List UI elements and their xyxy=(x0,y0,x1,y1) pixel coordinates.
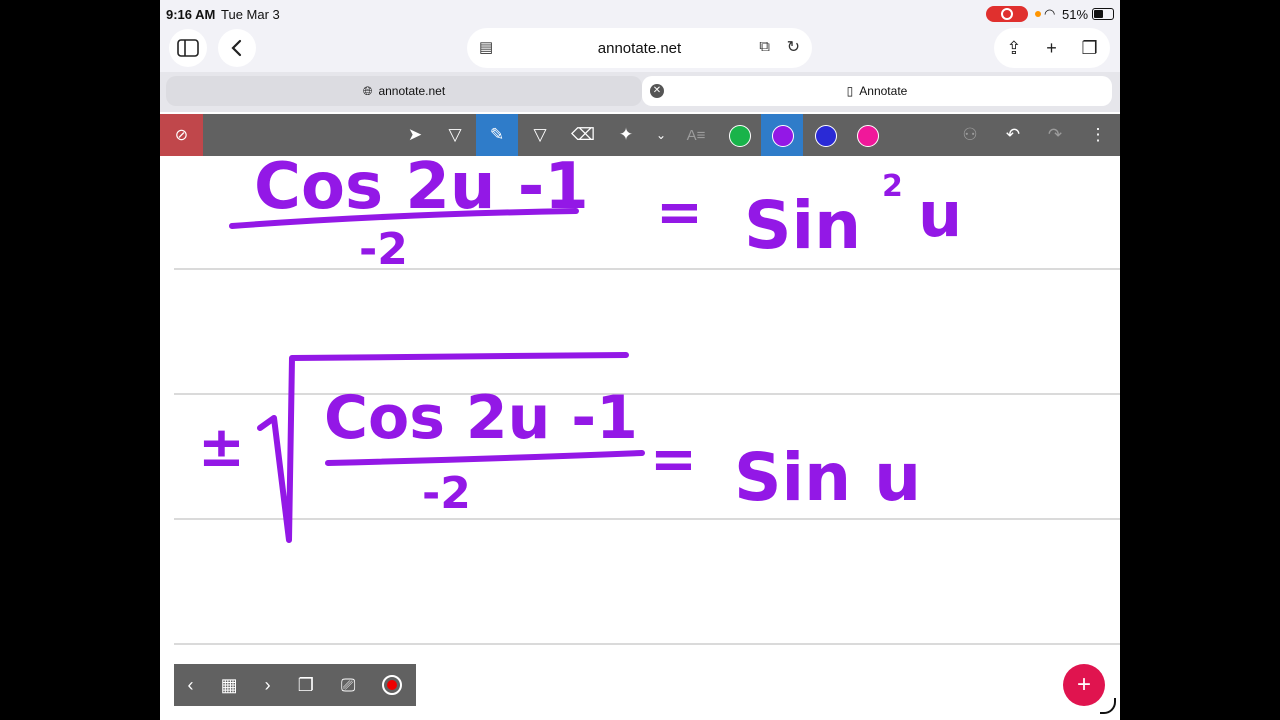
eq1-rhs-sin: Sin xyxy=(744,187,861,264)
status-date: Tue Mar 3 xyxy=(221,7,280,22)
eq1-equals: = xyxy=(656,180,703,245)
prev-page-icon[interactable]: ‹ xyxy=(188,675,194,696)
presentation-icon[interactable]: ⊘ xyxy=(160,114,203,156)
more-menu-icon[interactable]: ⋮ xyxy=(1077,114,1119,156)
eraser-icon[interactable]: ⌫ xyxy=(562,114,604,156)
close-tab-icon[interactable]: ✕ xyxy=(650,84,664,98)
battery-icon xyxy=(1092,8,1114,20)
page-icon: ▯ xyxy=(846,84,854,98)
new-tab-icon[interactable]: + xyxy=(1046,38,1057,59)
status-time: 9:16 AM xyxy=(166,7,216,22)
text-tool-icon[interactable]: A≡ xyxy=(675,114,717,156)
wifi-icon: ◠ xyxy=(1044,6,1056,21)
sidebar-icon xyxy=(177,39,199,57)
user-help-icon[interactable]: ⚇ xyxy=(949,114,991,156)
eq1-denominator: -2 xyxy=(359,224,408,275)
browser-toolbar: ▤ annotate.net ⧉ ↻ ⇪ + ❐ xyxy=(160,28,1120,72)
equation-1: Cos 2u -1 -2 = Sin 2 u xyxy=(229,156,962,275)
tabs-overview-icon[interactable]: ❐ xyxy=(1081,38,1097,59)
eq2-numerator: Cos 2u -1 xyxy=(324,383,638,453)
add-button[interactable]: + xyxy=(1063,664,1105,706)
next-page-icon[interactable]: › xyxy=(265,675,271,696)
eq2-equals: = xyxy=(650,427,697,492)
color-swatch-purple[interactable] xyxy=(772,125,794,147)
back-button[interactable] xyxy=(218,29,256,67)
tab-bar: 🌐︎ annotate.net ✕ ▯ Annotate xyxy=(160,72,1120,112)
color-swatch-blue[interactable] xyxy=(815,125,837,147)
eq2-fraction-bar xyxy=(325,450,645,466)
color-swatch-green[interactable] xyxy=(729,125,751,147)
page-grid-icon[interactable]: ▦ xyxy=(221,675,238,696)
ipad-screen: 9:16 AM Tue Mar 3 ◠ 51% ▤ annotate.net ⧉… xyxy=(160,0,1120,720)
page-controls: ‹ ▦ › ❐ ⎚ xyxy=(174,664,416,706)
extension-icon[interactable]: ⧉ xyxy=(759,38,770,55)
status-bar: 9:16 AM Tue Mar 3 ◠ 51% xyxy=(160,0,1120,28)
screen-share-icon[interactable]: ⎚ xyxy=(341,675,355,696)
handwriting-layer: Cos 2u -1 -2 = Sin 2 u ± Cos 2u -1 -2 = … xyxy=(198,156,962,543)
eq1-rhs-exponent: 2 xyxy=(882,169,903,204)
undo-icon[interactable]: ↶ xyxy=(992,114,1034,156)
eq2-rhs: Sin u xyxy=(734,439,921,516)
address-bar[interactable]: ▤ annotate.net ⧉ ↻ xyxy=(467,28,812,68)
eq2-plus-minus: ± xyxy=(198,415,245,480)
tab-annotate[interactable]: ✕ ▯ Annotate xyxy=(642,76,1112,106)
eq1-rhs-var: u xyxy=(918,178,962,251)
tab-label: annotate.net xyxy=(378,84,446,98)
screen-recording-icon[interactable] xyxy=(986,6,1028,22)
pages-stack-icon[interactable]: ❐ xyxy=(298,675,314,696)
browser-actions: ⇪ + ❐ xyxy=(994,28,1110,68)
eq2-denominator: -2 xyxy=(422,468,471,519)
record-icon[interactable] xyxy=(382,675,403,695)
mic-indicator-icon xyxy=(1035,11,1041,17)
marker-icon[interactable]: ▽ xyxy=(519,114,561,156)
highlighter-icon[interactable]: ▽ xyxy=(434,114,476,156)
color-swatch-pink[interactable] xyxy=(857,125,879,147)
select-pointer-icon[interactable]: ➤ xyxy=(394,114,436,156)
equation-2: ± Cos 2u -1 -2 = Sin u xyxy=(198,352,921,543)
reload-icon[interactable]: ↻ xyxy=(787,37,800,57)
pen-tool-icon[interactable]: ✎ xyxy=(476,114,518,156)
redo-icon[interactable]: ↷ xyxy=(1034,114,1076,156)
battery-percent: 51% xyxy=(1062,7,1089,22)
tab-label: Annotate xyxy=(859,84,908,98)
share-icon[interactable]: ⇪ xyxy=(1006,38,1021,59)
sidebar-button[interactable] xyxy=(169,29,207,67)
annotate-toolbar: ⊘ ➤ ▽ ✎ ▽ ⌫ ✦ ⌄ A≡ ⚇ ↶ ↷ ⋮ xyxy=(160,114,1120,156)
globe-icon: 🌐︎ xyxy=(362,83,373,98)
url-text: annotate.net xyxy=(597,39,682,57)
page-menu-icon[interactable]: ▤ xyxy=(479,38,493,56)
chevron-left-icon xyxy=(231,39,242,57)
tab-annotate-net[interactable]: 🌐︎ annotate.net xyxy=(166,76,642,106)
whiteboard-canvas[interactable]: Cos 2u -1 -2 = Sin 2 u ± Cos 2u -1 -2 = … xyxy=(174,156,1120,720)
